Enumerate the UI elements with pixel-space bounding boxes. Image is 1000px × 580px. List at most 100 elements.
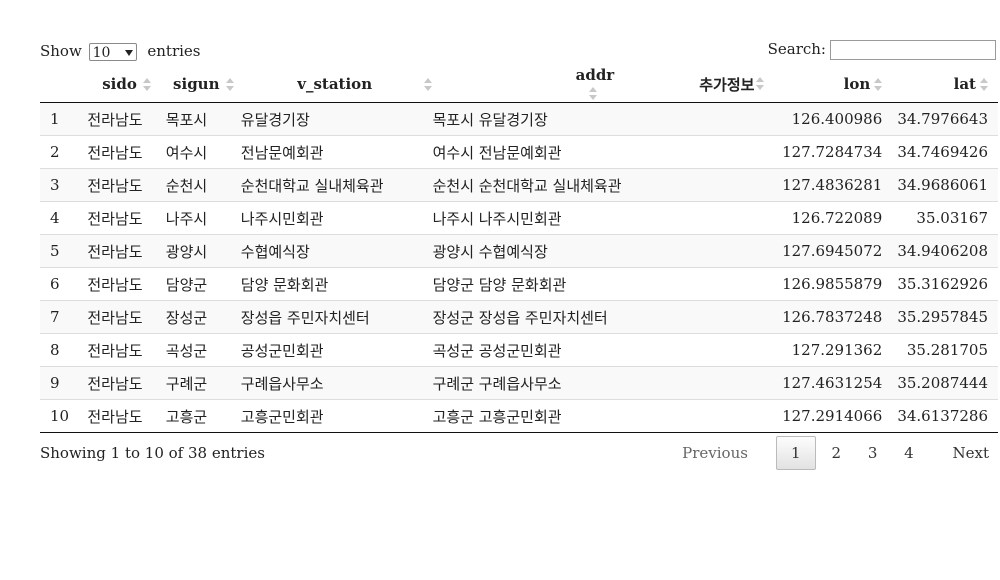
cell-index: 5: [40, 234, 88, 268]
cell-lon: 127.6945072: [778, 234, 889, 268]
cell-addr: 여수시 전남문예회관: [432, 135, 662, 169]
sort-icon: [142, 78, 151, 92]
header-sido-label: sido: [102, 75, 137, 93]
datatable-wrapper: Show 10 entries Search: sido sigun v_sta…: [40, 38, 1000, 470]
table-info: Showing 1 to 10 of 38 entries: [40, 444, 265, 462]
cell-lon: 127.291362: [778, 333, 889, 367]
header-row: sido sigun v_station addr 추가정보 lon lat: [40, 66, 998, 103]
cell-sido: 전라남도: [87, 366, 166, 400]
cell-v-station: 구례읍사무소: [240, 366, 433, 400]
table-row[interactable]: 1 전라남도 목포시 유달경기장 목포시 유달경기장 126.400986 34.79766…: [40, 102, 998, 136]
cell-v-station: 유달경기장: [240, 110, 310, 129]
table-row[interactable]: 4 전라남도 나주시 나주시민회관 나주시 나주시민회관 126.722089 35.031…: [40, 201, 998, 235]
cell-sido: 전라남도: [87, 234, 166, 268]
table-row[interactable]: 5 전라남도 광양시 수협예식장 광양시 수협예식장 127.6945072 34.9406…: [40, 234, 998, 268]
cell-extra-info: [661, 103, 778, 136]
cell-sido: 전라남도: [87, 201, 166, 235]
chevron-down-icon: [124, 50, 133, 56]
cell-sigun: 순천시: [165, 168, 241, 202]
header-addr[interactable]: addr: [432, 66, 662, 103]
cell-lat: 35.03167: [888, 201, 998, 235]
cell-sigun: 곡성군: [165, 333, 241, 367]
header-extra-info-label: 추가정보: [699, 75, 755, 94]
cell-v-station: 고흥군민회관: [240, 399, 433, 433]
cell-v-station: 공성군민회관: [240, 333, 433, 367]
cell-sigun: 고흥군: [165, 399, 241, 433]
header-sigun[interactable]: sigun: [165, 66, 241, 103]
header-v-station-label: v_station: [297, 75, 373, 93]
cell-sigun: 장성군: [165, 300, 241, 334]
cell-lat: 35.281705: [888, 333, 998, 367]
table-row[interactable]: 8 전라남도 곡성군 공성군민회관 곡성군 공성군민회관 127.291362 35.281…: [40, 333, 998, 367]
cell-extra-info: [661, 234, 779, 268]
cell-extra-info: [661, 300, 779, 334]
cell-index: 7: [40, 300, 88, 334]
cell-index: 9: [40, 366, 88, 400]
cell-lon: 126.400986: [791, 110, 883, 128]
cell-addr: 고흥군 고흥군민회관: [432, 399, 662, 433]
show-label: Show: [40, 42, 82, 60]
cell-lat: 34.9686061: [888, 168, 998, 202]
cell-lat: 34.7469426: [888, 135, 998, 169]
page-length-value: 10: [92, 45, 111, 61]
cell-sigun: 여수시: [165, 135, 241, 169]
header-lon[interactable]: lon: [778, 66, 889, 103]
cell-lon: 127.7284734: [778, 135, 889, 169]
header-sido[interactable]: sido: [87, 66, 166, 103]
header-index: [40, 66, 88, 103]
cell-extra-info: [661, 267, 779, 301]
cell-extra-info: [661, 201, 779, 235]
cell-v-station: 순천대학교 실내체육관: [240, 168, 433, 202]
page-length-control: Show 10 entries: [40, 42, 200, 61]
cell-addr: 곡성군 공성군민회관: [432, 333, 662, 367]
sort-icon: [874, 78, 883, 92]
header-sigun-label: sigun: [173, 75, 220, 93]
page-button-4[interactable]: 4: [893, 437, 925, 469]
table-row[interactable]: 2 전라남도 여수시 전남문예회관 여수시 전남문예회관 127.7284734 34.74…: [40, 135, 998, 169]
cell-addr: 담양군 담양 문화회관: [432, 267, 662, 301]
cell-index: 2: [40, 135, 88, 169]
cell-sido: 전라남도: [87, 399, 166, 433]
cell-extra-info: [661, 168, 779, 202]
cell-lat: 35.2087444: [888, 366, 998, 400]
header-v-station[interactable]: v_station: [240, 66, 433, 103]
table-row[interactable]: 7 전라남도 장성군 장성읍 주민자치센터 장성군 장성읍 주민자치센터 126.7837…: [40, 300, 998, 334]
data-table: sido sigun v_station addr 추가정보 lon lat 1…: [40, 66, 998, 433]
cell-extra-info: [661, 366, 779, 400]
page-button-1[interactable]: 1: [775, 436, 816, 470]
cell-v-station: 담양 문화회관: [240, 267, 433, 301]
table-row[interactable]: 9 전라남도 구례군 구례읍사무소 구례군 구례읍사무소 127.4631254 35.20…: [40, 366, 998, 400]
next-button[interactable]: Next: [942, 437, 1000, 469]
cell-sido: 전라남도: [87, 168, 166, 202]
table-row[interactable]: 3 전라남도 순천시 순천대학교 실내체육관 순천시 순천대학교 실내체육관 127.48…: [40, 168, 998, 202]
cell-addr: 구례군 구례읍사무소: [432, 366, 662, 400]
page-button-2[interactable]: 2: [821, 437, 853, 469]
cell-index: 3: [40, 168, 88, 202]
cell-index: 10: [40, 399, 88, 433]
cell-index: 4: [40, 201, 88, 235]
previous-button[interactable]: Previous: [671, 437, 759, 469]
cell-v-station: 전남문예회관: [240, 135, 433, 169]
sort-icon: [756, 76, 765, 91]
table-row[interactable]: 6 전라남도 담양군 담양 문화회관 담양군 담양 문화회관 126.9855879 35.…: [40, 267, 998, 301]
cell-sido: 전라남도: [87, 333, 166, 367]
search-input[interactable]: [830, 40, 996, 60]
cell-sido: 전라남도: [87, 267, 166, 301]
cell-lon: 126.9855879: [778, 267, 889, 301]
cell-lat: 34.6137286: [888, 399, 998, 433]
header-extra-info[interactable]: 추가정보: [661, 66, 779, 103]
cell-addr: 목포시 유달경기장: [432, 110, 548, 129]
table-row[interactable]: 10 전라남도 고흥군 고흥군민회관 고흥군 고흥군민회관 127.2914066 34.6…: [40, 399, 998, 433]
cell-lon: 127.2914066: [778, 399, 889, 433]
page-button-3[interactable]: 3: [857, 437, 889, 469]
header-lat[interactable]: lat: [888, 66, 998, 103]
cell-v-station: 나주시민회관: [240, 201, 433, 235]
cell-sido: 전라남도: [87, 110, 143, 129]
cell-addr: 나주시 나주시민회관: [432, 201, 662, 235]
cell-v-station: 장성읍 주민자치센터: [240, 300, 433, 334]
table-controls: Show 10 entries Search:: [40, 38, 1000, 64]
cell-v-station: 수협예식장: [240, 234, 433, 268]
sort-icon: [225, 78, 234, 92]
sort-icon: [980, 78, 988, 92]
page-length-select[interactable]: 10: [88, 43, 137, 61]
